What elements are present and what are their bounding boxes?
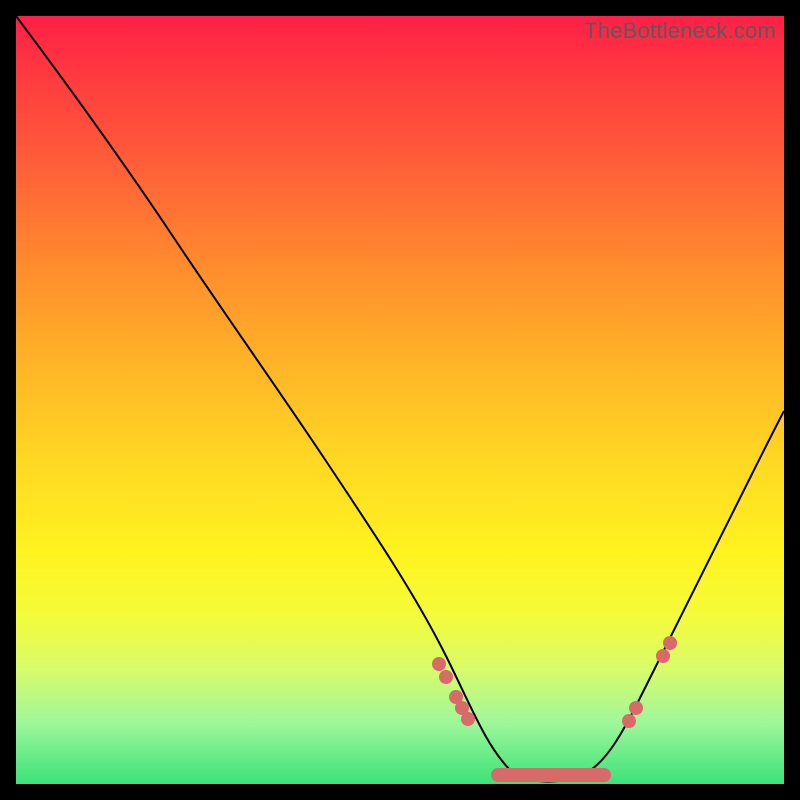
optimal-range-marker [491, 768, 611, 782]
bottleneck-curve [16, 16, 784, 781]
data-point [432, 657, 446, 671]
data-point [663, 636, 677, 650]
data-point [622, 714, 636, 728]
data-point [461, 712, 475, 726]
chart-frame: TheBottleneck.com [16, 16, 784, 784]
data-point [656, 649, 670, 663]
data-point [629, 701, 643, 715]
chart-svg [16, 16, 784, 784]
data-point [439, 670, 453, 684]
